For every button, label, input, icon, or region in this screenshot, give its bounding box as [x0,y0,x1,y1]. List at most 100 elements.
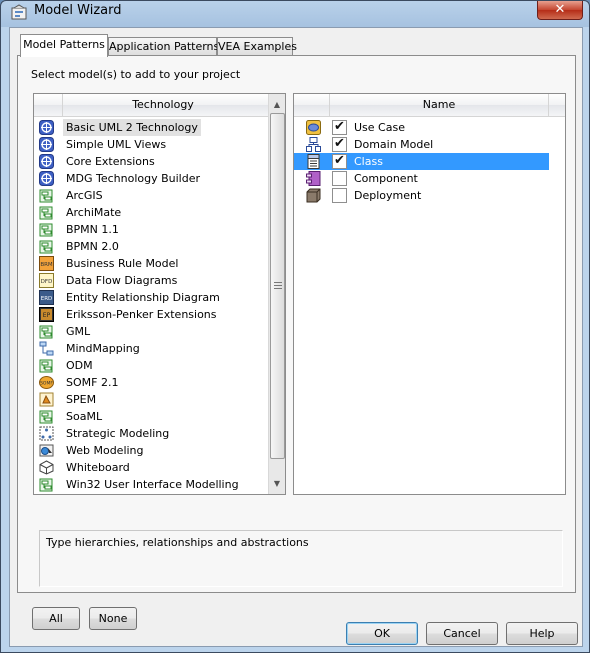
cancel-button[interactable]: Cancel [426,622,498,645]
technology-item[interactable]: DFD Data Flow Diagrams [38,272,266,289]
technology-item-label: BPMN 1.1 [66,223,119,236]
model-item-label: Use Case [354,121,405,134]
model-checkbox[interactable] [332,171,347,186]
select-all-button[interactable]: All [32,607,80,630]
model-checkbox[interactable]: ✔ [332,136,347,152]
technology-item[interactable]: EP Eriksson-Penker Extensions [38,306,266,323]
technology-item[interactable]: ArchiMate [38,204,266,221]
select-none-button[interactable]: None [89,607,137,630]
scroll-up-arrow-icon[interactable]: ▲ [269,96,285,113]
component-icon [306,171,321,186]
technology-item[interactable]: MDG Technology Builder [38,170,266,187]
model-item[interactable]: ✔ Domain Model [294,136,549,153]
uml-technology-icon [39,154,54,169]
help-button[interactable]: Help [506,622,578,645]
technology-item[interactable]: Simple UML Views [38,136,266,153]
checkmark-icon: ✔ [334,136,345,151]
window-title: Model Wizard [34,3,122,18]
model-item-label: Component [354,172,418,185]
model-checkbox[interactable] [332,188,347,203]
model-patterns-panel: Select model(s) to add to your project T… [17,55,576,630]
whiteboard-icon [39,460,54,475]
package-icon [39,477,54,492]
model-item[interactable]: Component [294,170,549,187]
checkmark-icon: ✔ [334,119,345,134]
technology-item-label: ArcGIS [66,189,103,202]
domain-model-icon [306,137,321,152]
brm-icon: BRM [39,256,54,271]
model-list[interactable]: Name ✔ Use Case ✔ Domain Model ✔ Class Compone… [293,93,566,495]
technology-item-label: Core Extensions [66,155,155,168]
name-header-label: Name [330,94,549,116]
technology-item-label: Entity Relationship Diagram [66,291,220,304]
technology-column-header[interactable]: Technology [34,94,268,117]
technology-item[interactable]: ODM [38,357,266,374]
technology-item[interactable]: BPMN 1.1 [38,221,266,238]
use-case-icon [306,120,321,135]
technology-item[interactable]: Core Extensions [38,153,266,170]
technology-item[interactable]: BRM Business Rule Model [38,255,266,272]
tab-vea-examples[interactable]: VEA Examples [217,37,297,56]
technology-scrollbar[interactable]: ▲ ▼ [268,94,285,494]
package-icon [39,239,54,254]
technology-item-label: Web Modeling [66,444,144,457]
ok-button[interactable]: OK [346,622,418,645]
dialog-body: Model Patterns Application Patterns VEA … [9,27,583,647]
mindmap-icon [39,341,54,356]
svg-text:DFD: DFD [41,279,53,285]
header-spacer [294,94,330,116]
uml-technology-icon [39,120,54,135]
technology-list[interactable]: Technology Basic UML 2 Technology Simple … [33,93,286,495]
name-column-header[interactable]: Name [294,94,565,117]
web-icon [39,443,54,458]
close-button[interactable]: ✕ [537,1,583,20]
technology-item[interactable]: Basic UML 2 Technology [38,119,266,136]
svg-text:BRM: BRM [40,262,53,268]
technology-item[interactable]: Win32 User Interface Modelling [38,476,266,493]
header-spacer [34,94,63,116]
close-icon: ✕ [554,2,566,17]
technology-item[interactable]: SoaML [38,408,266,425]
technology-item[interactable]: SOMF SOMF 2.1 [38,374,266,391]
package-icon [39,409,54,424]
uml-technology-icon [39,171,54,186]
technology-item-label: Data Flow Diagrams [66,274,178,287]
strategic-icon [39,426,54,441]
model-item[interactable]: ✔ Use Case [294,119,549,136]
scroll-thumb[interactable] [270,113,285,459]
description-panel: Type hierarchies, relationships and abst… [39,530,563,587]
tab-label: VEA Examples [218,40,297,53]
technology-item[interactable]: Web Modeling [38,442,266,459]
class-icon [306,154,321,169]
title-bar[interactable]: Model Wizard ✕ [1,1,589,23]
tab-application-patterns[interactable]: Application Patterns [108,37,219,56]
erd-icon: ERD [39,290,54,305]
model-item-label: Domain Model [354,138,434,151]
model-checkbox[interactable]: ✔ [332,119,347,135]
technology-item-label: SPEM [66,393,97,406]
checkmark-icon: ✔ [334,153,345,168]
tab-model-patterns[interactable]: Model Patterns [20,34,108,57]
technology-item-label: ODM [66,359,93,372]
technology-item-label: Eriksson-Penker Extensions [66,308,217,321]
model-checkbox[interactable]: ✔ [332,153,347,169]
package-icon [39,358,54,373]
technology-item[interactable]: BPMN 2.0 [38,238,266,255]
technology-header-label: Technology [132,98,194,111]
technology-item-label: Business Rule Model [66,257,179,270]
technology-item-label: BPMN 2.0 [66,240,119,253]
technology-item[interactable]: Whiteboard [38,459,266,476]
model-item[interactable]: ✔ Class [294,153,549,170]
scroll-down-arrow-icon[interactable]: ▼ [269,475,285,492]
svg-text:EP: EP [43,312,51,319]
technology-item[interactable]: ArcGIS [38,187,266,204]
technology-item-label: SoaML [66,410,103,423]
technology-item[interactable]: ERD Entity Relationship Diagram [38,289,266,306]
technology-item-label: Simple UML Views [66,138,167,151]
model-item[interactable]: Deployment [294,187,549,204]
technology-item[interactable]: MindMapping [38,340,266,357]
technology-item[interactable]: GML [38,323,266,340]
technology-item[interactable]: Strategic Modeling [38,425,266,442]
technology-item[interactable]: SPEM [38,391,266,408]
tab-label: Model Patterns [23,38,105,51]
